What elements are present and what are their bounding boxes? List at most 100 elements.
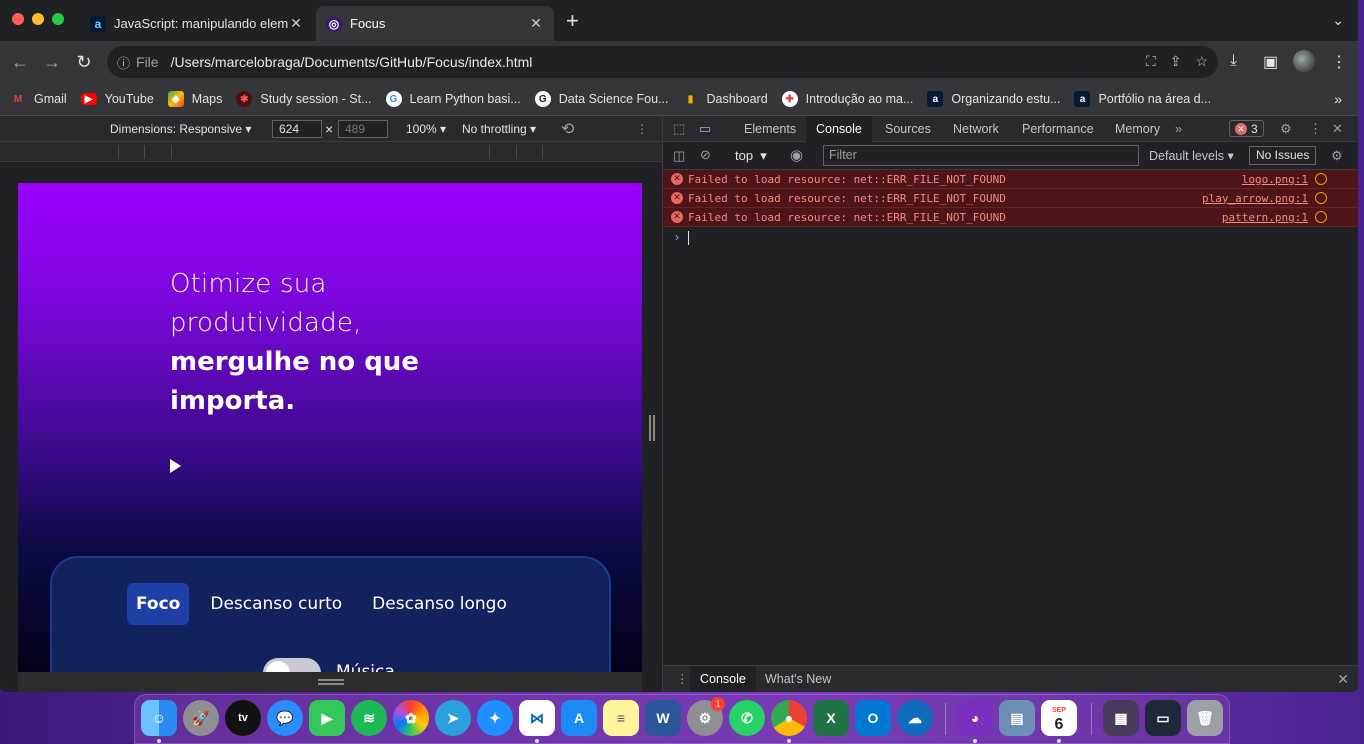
recent-image-thumbnail[interactable]: ▦ (1103, 700, 1139, 736)
bookmark-star-icon[interactable]: ☆ (1195, 53, 1208, 70)
tab-sources[interactable]: Sources (875, 116, 941, 142)
bookmark-data-science[interactable]: G Data Science Fou... (534, 91, 669, 107)
menu-kebab-icon[interactable]: ⋮ (1331, 52, 1347, 72)
bookmark-organizando[interactable]: a Organizando estu... (927, 91, 1060, 107)
info-icon[interactable]: ⓘ (117, 53, 130, 72)
mode-descanso-curto-button[interactable]: Descanso curto (201, 583, 351, 625)
chrome-icon[interactable]: ● (771, 700, 807, 736)
bookmark-portfolio[interactable]: a Portfólio na área d... (1074, 91, 1211, 107)
mode-foco-button[interactable]: Foco (127, 583, 190, 625)
play-arrow-icon[interactable] (170, 459, 181, 473)
clear-console-icon[interactable]: ⊘ (700, 147, 711, 163)
log-source-link[interactable]: pattern.png:1 (1222, 211, 1308, 224)
profile-avatar[interactable] (1293, 50, 1315, 72)
github-desktop-icon[interactable]: ◕ (957, 700, 993, 736)
log-levels-select[interactable]: Default levels ▾ (1149, 148, 1234, 163)
error-count-badge[interactable]: ✕ 3 (1229, 120, 1264, 137)
vscode-icon[interactable]: ⋈ (519, 700, 555, 736)
close-window-button[interactable] (12, 13, 24, 25)
device-options-kebab-icon[interactable]: ⋮ (636, 122, 648, 136)
zoom-select[interactable]: 100% ▾ (406, 122, 446, 136)
download-icon[interactable]: ⤓ (1230, 52, 1237, 70)
source-info-icon[interactable] (1315, 211, 1327, 223)
music-toggle[interactable] (263, 658, 321, 672)
mode-descanso-longo-button[interactable]: Descanso longo (363, 583, 516, 625)
bookmark-dashboard[interactable]: ▮ Dashboard (683, 91, 768, 107)
console-input[interactable] (688, 231, 689, 245)
context-select[interactable]: top ▾ (735, 148, 767, 164)
telegram-icon[interactable]: ➤ (435, 700, 471, 736)
finder-icon[interactable]: ☺ (141, 700, 177, 736)
maximize-window-button[interactable] (52, 13, 64, 25)
translate-icon[interactable]: ⛶ (1146, 53, 1156, 70)
live-expression-eye-icon[interactable]: ◉ (790, 146, 803, 164)
tab-performance[interactable]: Performance (1012, 116, 1104, 142)
tab-memory[interactable]: Memory (1105, 116, 1170, 142)
app-store-icon[interactable]: A (561, 700, 597, 736)
bookmark-introducao[interactable]: ✚ Introdução ao ma... (781, 91, 913, 107)
width-input[interactable]: 624 (272, 120, 322, 138)
spotify-icon[interactable]: ≋ (351, 700, 387, 736)
tab-javascript[interactable]: a JavaScript: manipulando eleme ✕ (80, 6, 314, 41)
inspect-element-icon[interactable]: ⬚ (673, 121, 685, 137)
drawer-kebab-icon[interactable]: ⋮ (676, 671, 689, 686)
whatsapp-icon[interactable]: ✆ (729, 700, 765, 736)
console-filter-input[interactable]: Filter (823, 145, 1139, 166)
safari-icon[interactable]: ✦ (477, 700, 513, 736)
address-bar[interactable]: ⓘ File /Users/marcelobraga/Documents/Git… (107, 46, 1218, 78)
back-arrow-icon[interactable]: ← (9, 51, 31, 73)
source-info-icon[interactable] (1315, 173, 1327, 185)
calendar-icon[interactable]: SEP 6 (1041, 700, 1077, 736)
share-icon[interactable]: ⇪ (1170, 53, 1182, 70)
source-info-icon[interactable] (1315, 192, 1327, 204)
rotate-icon[interactable]: ⟲ (561, 119, 574, 139)
more-bookmarks-icon[interactable]: » (1334, 91, 1342, 107)
log-source-link[interactable]: logo.png:1 (1242, 173, 1308, 186)
log-source-link[interactable]: play_arrow.png:1 (1202, 192, 1308, 205)
close-tab-icon[interactable]: ✕ (528, 15, 544, 32)
tab-focus[interactable]: ◎ Focus ✕ (316, 6, 554, 41)
word-icon[interactable]: W (645, 700, 681, 736)
messages-icon[interactable]: 💬 (267, 700, 303, 736)
tab-network[interactable]: Network (943, 116, 1009, 142)
bookmark-youtube[interactable]: ▶ YouTube (80, 92, 154, 106)
device-toggle-icon[interactable]: ▭ (699, 121, 711, 137)
bookmark-maps[interactable]: ◆ Maps (167, 91, 222, 107)
sidebar-toggle-icon[interactable]: ◫ (673, 148, 685, 164)
devtools-kebab-icon[interactable]: ⋮ (1309, 121, 1322, 137)
settings-gear-icon[interactable]: ⚙ (1280, 121, 1292, 137)
photos-icon[interactable]: ✿ (393, 700, 429, 736)
minimize-window-button[interactable] (32, 13, 44, 25)
tab-elements[interactable]: Elements (734, 116, 806, 142)
drawer-tab-console[interactable]: Console (690, 666, 756, 692)
onedrive-icon[interactable]: ☁ (897, 700, 933, 736)
reload-icon[interactable]: ↻ (73, 51, 95, 73)
launchpad-icon[interactable]: 🚀 (183, 700, 219, 736)
outlook-icon[interactable]: O (855, 700, 891, 736)
notes-icon[interactable]: ≡ (603, 700, 639, 736)
apple-tv-icon[interactable]: tv (225, 700, 261, 736)
console-settings-gear-icon[interactable]: ⚙ (1331, 148, 1343, 164)
tab-console[interactable]: Console (806, 116, 872, 142)
height-input[interactable]: 489 (338, 120, 388, 138)
excel-icon[interactable]: X (813, 700, 849, 736)
bookmark-learn-python[interactable]: G Learn Python basi... (385, 91, 521, 107)
facetime-icon[interactable]: ▶ (309, 700, 345, 736)
forward-arrow-icon[interactable]: → (41, 51, 63, 73)
throttling-select[interactable]: No throttling ▾ (462, 122, 536, 136)
recent-window-thumbnail[interactable]: ▭ (1145, 700, 1181, 736)
new-tab-button[interactable]: + (566, 10, 579, 32)
resize-handle-bottom[interactable] (318, 679, 344, 685)
preview-icon[interactable]: ▤ (999, 700, 1035, 736)
issues-button[interactable]: No Issues (1249, 146, 1317, 165)
bookmark-study-session[interactable]: ✱ Study session - St... (236, 91, 372, 107)
tab-search-chevron-icon[interactable]: ⌄ (1332, 12, 1344, 29)
drawer-tab-whats-new[interactable]: What's New (755, 666, 841, 692)
url-text[interactable]: /Users/marcelobraga/Documents/GitHub/Foc… (171, 54, 533, 70)
more-tabs-chevron-icon[interactable]: » (1175, 121, 1182, 136)
close-drawer-icon[interactable]: ✕ (1337, 671, 1349, 688)
resize-handle-right[interactable] (649, 415, 655, 441)
dimensions-select[interactable]: Dimensions: Responsive ▾ (110, 122, 251, 136)
trash-icon[interactable]: 🗑 (1187, 700, 1223, 736)
close-devtools-icon[interactable]: ✕ (1332, 121, 1343, 137)
